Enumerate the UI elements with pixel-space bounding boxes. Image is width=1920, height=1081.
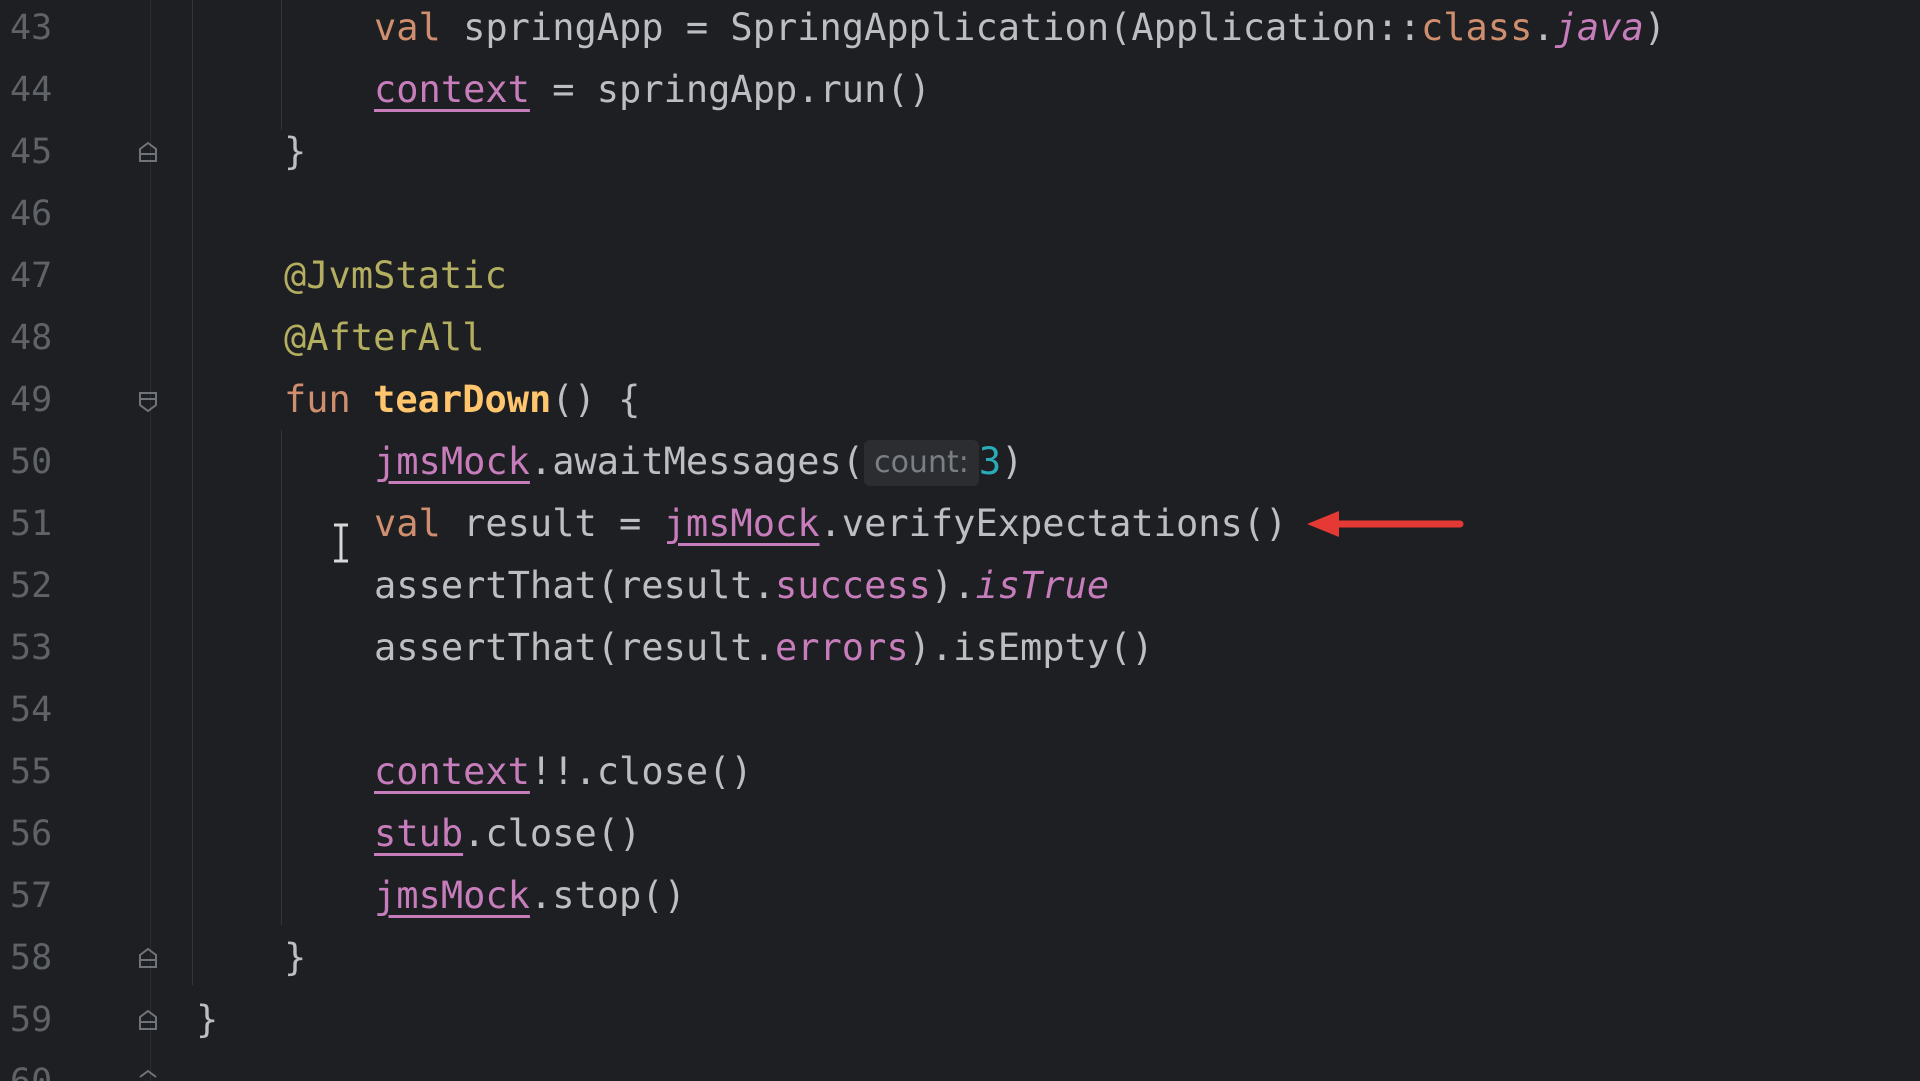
line-number: 52 xyxy=(10,566,53,606)
code-line-45[interactable]: } xyxy=(284,121,306,183)
line-number: 53 xyxy=(10,628,53,668)
line-number: 58 xyxy=(10,938,53,978)
code-line-58[interactable]: } xyxy=(284,927,306,989)
code-line-57[interactable]: jmsMock.stop() xyxy=(374,865,686,927)
line-number: 47 xyxy=(10,256,53,296)
parameter-hint: count: xyxy=(864,440,979,486)
code-line-48[interactable]: @AfterAll xyxy=(284,307,484,369)
line-number: 59 xyxy=(10,1000,53,1040)
code-line-56[interactable]: stub.close() xyxy=(374,803,641,865)
code-editor[interactable]: 43 44 45 46 47 48 49 50 51 52 53 54 55 5… xyxy=(0,0,1920,1081)
line-number: 45 xyxy=(10,132,53,172)
code-line-55[interactable]: context!!.close() xyxy=(374,741,753,803)
line-number: 49 xyxy=(10,380,53,420)
arrow-left-icon xyxy=(1307,511,1464,537)
line-number: 50 xyxy=(10,442,53,482)
code-line-44[interactable]: context = springApp.run() xyxy=(374,59,931,121)
line-number: 55 xyxy=(10,752,53,792)
line-number: 51 xyxy=(10,504,53,544)
code-line-49[interactable]: fun tearDown() { xyxy=(284,369,640,431)
line-number: 60 xyxy=(10,1051,58,1081)
code-line-52[interactable]: assertThat(result.success).isTrue xyxy=(374,555,1109,617)
code-line-47[interactable]: @JvmStatic xyxy=(284,245,507,307)
text-cursor-icon xyxy=(334,523,348,563)
line-number: 56 xyxy=(10,814,53,854)
code-line-50[interactable]: jmsMock.awaitMessages(count: 3) xyxy=(374,431,1023,493)
indent-guide xyxy=(281,430,282,925)
fold-start-icon[interactable] xyxy=(135,1067,161,1081)
indent-guide xyxy=(192,0,193,985)
fold-end-icon[interactable] xyxy=(135,945,161,971)
indent-guide xyxy=(281,0,282,130)
fold-end-icon[interactable] xyxy=(135,1007,161,1033)
code-line-53[interactable]: assertThat(result.errors).isEmpty() xyxy=(374,617,1154,679)
line-number: 48 xyxy=(10,318,53,358)
line-number: 46 xyxy=(10,194,53,234)
line-number: 43 xyxy=(10,8,53,48)
fold-end-icon[interactable] xyxy=(135,139,161,165)
line-number: 54 xyxy=(10,690,53,730)
code-line-51[interactable]: val result = jmsMock.verifyExpectations(… xyxy=(374,493,1287,555)
line-number: 57 xyxy=(10,876,53,916)
code-line-43[interactable]: val springApp = SpringApplication(Applic… xyxy=(374,0,1666,59)
fold-start-icon[interactable] xyxy=(135,389,161,415)
line-number: 44 xyxy=(10,70,53,110)
code-line-59[interactable]: } xyxy=(196,989,218,1051)
